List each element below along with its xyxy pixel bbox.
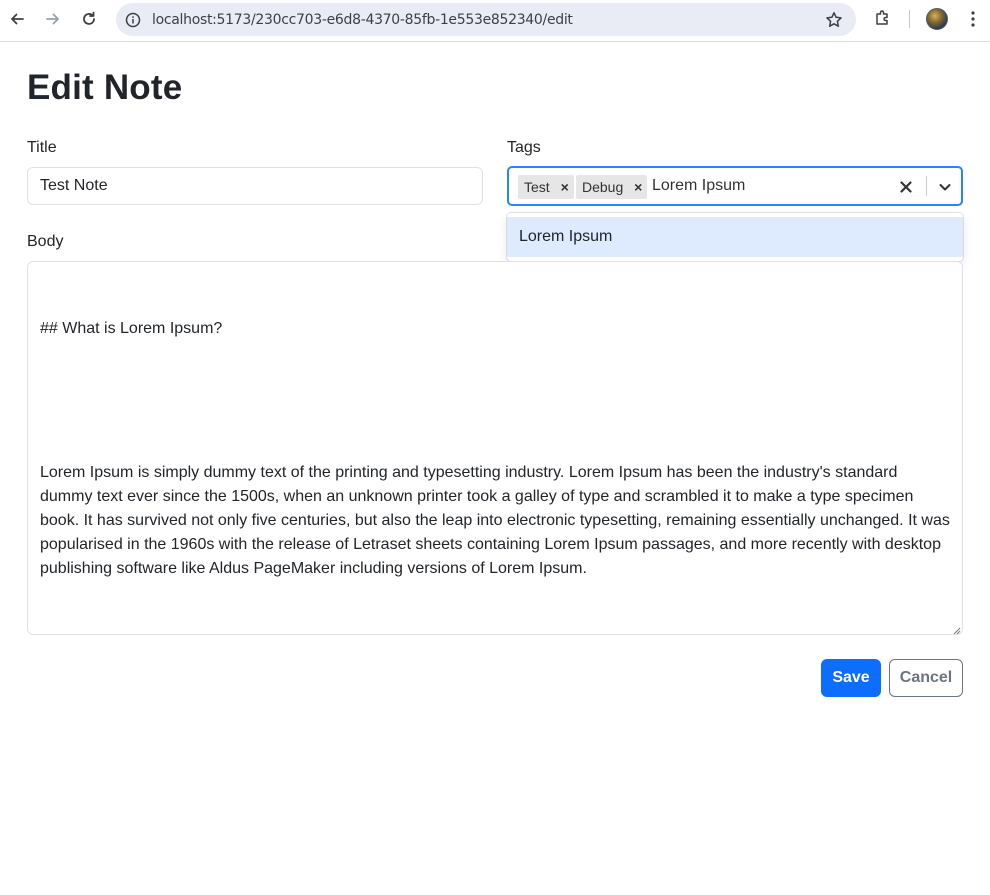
page-title: Edit Note <box>27 68 183 107</box>
tag-chip-test: Test × <box>518 175 574 199</box>
address-bar[interactable]: localhost:5173/230cc703-e6d8-4370-85fb-1… <box>116 3 856 36</box>
profile-avatar[interactable] <box>926 8 948 30</box>
title-input-value: Test Note <box>40 177 108 194</box>
back-arrow-icon[interactable] <box>5 7 29 31</box>
title-label: Title <box>27 139 57 156</box>
tags-option[interactable]: Lorem Ipsum <box>507 217 963 257</box>
body-heading-line: ## What is Lorem Ipsum? <box>40 320 223 337</box>
tag-chip-label: Debug <box>582 179 624 195</box>
resize-handle-icon[interactable] <box>951 622 961 635</box>
site-info-icon[interactable] <box>123 10 143 30</box>
indicator-separator <box>926 176 927 196</box>
body-textarea[interactable]: ## What is Lorem Ipsum? Lorem Ipsum is s… <box>27 261 963 635</box>
bookmark-star-icon[interactable] <box>824 10 844 30</box>
tag-chip-debug: Debug × <box>576 175 648 199</box>
tag-chip-label: Test <box>524 179 550 195</box>
tags-search-input[interactable]: Lorem Ipsum <box>652 177 745 195</box>
body-label: Body <box>27 233 64 250</box>
chevron-down-icon[interactable] <box>935 177 955 197</box>
browser-toolbar: localhost:5173/230cc703-e6d8-4370-85fb-1… <box>0 0 990 42</box>
forward-arrow-icon[interactable] <box>41 7 65 31</box>
reload-icon[interactable] <box>77 7 101 31</box>
tag-remove-icon[interactable]: × <box>629 175 647 199</box>
cancel-button[interactable]: Cancel <box>889 659 963 697</box>
body-paragraph: Lorem Ipsum is simply dummy text of the … <box>40 464 955 577</box>
toolbar-divider <box>909 10 910 28</box>
tags-select[interactable]: Test × Debug × Lorem Ipsum <box>507 166 963 206</box>
tags-label: Tags <box>507 139 541 156</box>
url-text[interactable]: localhost:5173/230cc703-e6d8-4370-85fb-1… <box>152 12 573 28</box>
tags-dropdown-menu: Lorem Ipsum <box>507 213 963 261</box>
tag-remove-icon[interactable]: × <box>556 175 574 199</box>
title-input[interactable]: Test Note <box>27 167 483 205</box>
save-button[interactable]: Save <box>821 659 881 697</box>
extensions-icon[interactable] <box>872 7 894 29</box>
kebab-menu-icon[interactable] <box>962 8 984 30</box>
body-blank-line <box>40 389 950 413</box>
clear-icon[interactable] <box>896 177 916 197</box>
